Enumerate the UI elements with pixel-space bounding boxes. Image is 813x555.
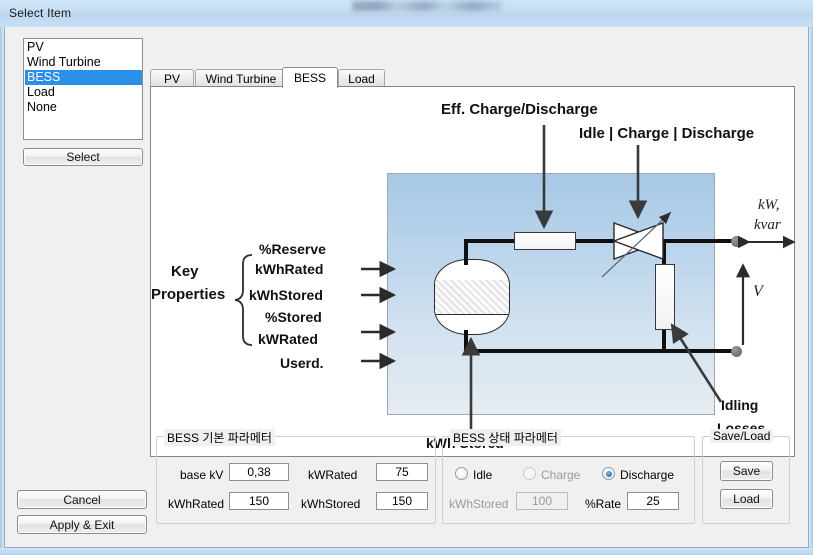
bess-diagram-panel: Eff. Charge/Discharge Idle | Charge | Di… (150, 86, 796, 457)
redacted-title-text (352, 1, 502, 11)
apply-exit-button[interactable]: Apply & Exit (17, 515, 147, 534)
tab-load[interactable]: Load (338, 69, 385, 87)
application-window: Select Item PV Wind Turbine BESS Load No… (0, 0, 813, 555)
rate-label: %Rate (585, 497, 622, 511)
idling-losses-block (655, 264, 675, 330)
key-properties-line1: Key (171, 263, 199, 280)
window-bottom-bezel (0, 548, 813, 555)
kwhrated-label: kWhRated (168, 497, 225, 511)
prop-kwhstored: kWhStored (249, 287, 323, 303)
label-kvar: kvar (754, 217, 781, 233)
prop-kwhrated: kWhRated (255, 261, 324, 277)
label-kw: kW, (758, 197, 780, 213)
cancel-button[interactable]: Cancel (17, 490, 147, 509)
wire-bottom (464, 349, 736, 353)
radio-idle-label: Idle (473, 468, 493, 482)
label-idling-line1: Idling (721, 397, 759, 413)
load-button[interactable]: Load (720, 489, 773, 509)
list-item[interactable]: BESS (25, 70, 142, 85)
wire-shunt-top (662, 239, 666, 265)
tab-wind-turbine[interactable]: Wind Turbine (195, 69, 287, 87)
rate-input[interactable]: 25 (627, 492, 679, 510)
kwhstored-state-label: kWhStored (449, 497, 509, 511)
wire-top-mid (574, 239, 614, 243)
wire-top-right (663, 239, 736, 243)
key-properties-line2: Properties (151, 286, 226, 303)
kwhstored-basic-label: kWhStored (301, 497, 361, 511)
radio-charge-label: Charge (541, 468, 581, 482)
radio-idle[interactable] (455, 467, 468, 480)
radio-discharge-label: Discharge (620, 468, 675, 482)
kwrated-label: kWRated (308, 468, 358, 482)
base-kv-input[interactable]: 0,38 (229, 463, 289, 481)
diagram-label-modes: Idle | Charge | Discharge (579, 125, 755, 142)
window-title: Select Item (9, 6, 72, 20)
list-item[interactable]: None (25, 100, 142, 115)
window-right-bezel (809, 27, 813, 555)
tab-bess[interactable]: BESS (282, 67, 338, 88)
tab-strip: PV Wind Turbine BESS Load (150, 67, 795, 88)
bess-schematic-diagram: Eff. Charge/Discharge Idle | Charge | Di… (151, 87, 796, 456)
basic-params-group-title: BESS 기본 파라메터 (164, 429, 275, 446)
terminal-node-top (731, 236, 742, 247)
wire-top-left (464, 239, 514, 243)
state-params-group-title: BESS 상태 파라메터 (450, 429, 561, 446)
radio-discharge[interactable] (602, 467, 615, 480)
list-item[interactable]: Load (25, 85, 142, 100)
label-voltage: V (753, 283, 763, 300)
kwhstored-basic-input[interactable]: 150 (376, 492, 428, 510)
wire-shunt-bottom (662, 327, 666, 353)
tab-pv[interactable]: PV (150, 69, 194, 87)
battery-tank-icon (434, 259, 510, 335)
base-kv-label: base kV (180, 468, 224, 482)
window-client-area: PV Wind Turbine BESS Load None Select Ca… (4, 27, 809, 548)
select-button[interactable]: Select (23, 148, 143, 166)
item-listbox[interactable]: PV Wind Turbine BESS Load None (23, 38, 143, 140)
list-item[interactable]: Wind Turbine (25, 55, 142, 70)
kwhrated-input[interactable]: 150 (229, 492, 289, 510)
terminal-node-bottom (731, 346, 742, 357)
save-load-group-title: Save/Load (710, 429, 774, 443)
radio-charge[interactable] (523, 467, 536, 480)
prop-stored: %Stored (265, 309, 322, 325)
prop-userd: Userd. (280, 355, 324, 371)
save-button[interactable]: Save (720, 461, 773, 481)
kwhstored-state-input[interactable]: 100 (516, 492, 568, 510)
kwrated-input[interactable]: 75 (376, 463, 428, 481)
efficiency-block (514, 232, 576, 250)
list-item[interactable]: PV (25, 40, 142, 55)
prop-reserve: %Reserve (259, 241, 326, 257)
title-bar[interactable]: Select Item (0, 0, 813, 27)
prop-kwrated: kWRated (258, 331, 318, 347)
diagram-label-eff: Eff. Charge/Discharge (441, 101, 598, 118)
